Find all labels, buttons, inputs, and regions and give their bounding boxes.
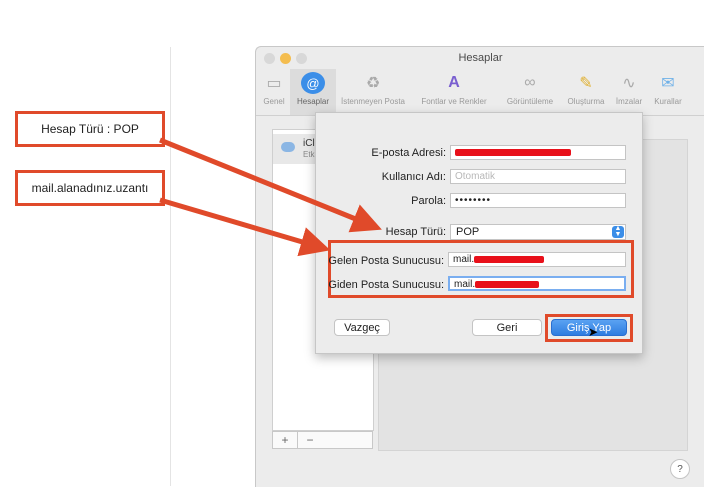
chevron-updown-icon: ▲ ▼ — [612, 225, 624, 238]
incoming-server-value: mail. — [453, 254, 475, 265]
glasses-icon: ∞ — [524, 74, 536, 91]
add-account-button[interactable]: + — [273, 432, 298, 448]
trash-icon: ♻ — [365, 75, 381, 92]
account-list-controls-filler — [322, 431, 373, 449]
mouse-cursor-icon: ➤ — [588, 325, 599, 339]
toolbar-item-label: Fontlar ve Renkler — [421, 97, 487, 106]
pencil-icon: ✎ — [579, 75, 593, 92]
outgoing-server-field[interactable]: mail. — [448, 276, 626, 291]
toolbar-item-junk-mail[interactable]: ♻ İstenmeyen Posta — [336, 69, 410, 115]
toolbar-item-label: Kurallar — [654, 97, 682, 106]
toolbar-item-rules[interactable]: ✉ Kurallar — [650, 69, 686, 115]
toolbar-item-signatures[interactable]: ∿ İmzalar — [612, 69, 646, 115]
callout-server-text: mail.alanadınız.uzantı — [31, 181, 149, 195]
toolbar-item-general[interactable]: ▭ Genel — [260, 69, 288, 115]
toolbar-item-label: İstenmeyen Posta — [340, 97, 406, 106]
cloud-icon — [281, 142, 295, 152]
preferences-toolbar: ▭ Genel @ Hesaplar ♻ İstenmeyen Posta A … — [256, 69, 704, 116]
window-title: Hesaplar — [458, 52, 503, 64]
account-list-controls: + − — [272, 431, 324, 449]
email-label: E-posta Adresi: — [371, 147, 446, 159]
account-setup-sheet: E-posta Adresi: Kullanıcı Adı: Otomatik … — [315, 112, 643, 354]
toolbar-item-composing[interactable]: ✎ Oluşturma — [562, 69, 610, 115]
incoming-server-label: Gelen Posta Sunucusu: — [328, 255, 444, 267]
close-window-button[interactable] — [264, 53, 275, 64]
password-field[interactable]: •••••••• — [450, 193, 626, 208]
toolbar-item-accounts[interactable]: @ Hesaplar — [292, 69, 334, 115]
callout-account-type-text: Hesap Türü : POP — [41, 122, 139, 136]
page-divider — [170, 47, 171, 486]
redaction-mark — [474, 255, 545, 263]
toolbar-item-label: Hesaplar — [296, 97, 329, 106]
font-icon: A — [448, 74, 460, 91]
username-field[interactable]: Otomatik — [450, 169, 626, 184]
at-icon: @ — [301, 72, 325, 94]
username-label: Kullanıcı Adı: — [381, 171, 446, 183]
signature-icon: ∿ — [622, 75, 636, 92]
remove-account-button[interactable]: − — [298, 432, 322, 448]
password-label: Parola: — [411, 195, 446, 207]
toolbar-item-label: Genel — [263, 97, 285, 106]
toolbar-item-viewing[interactable]: ∞ Görüntüleme — [500, 69, 560, 115]
redaction-mark — [475, 280, 540, 288]
incoming-server-field[interactable]: mail. — [448, 252, 626, 267]
rules-icon: ✉ — [661, 75, 675, 92]
back-button[interactable]: Geri — [472, 319, 542, 336]
callout-account-type: Hesap Türü : POP — [15, 111, 165, 147]
help-button[interactable]: ? — [670, 459, 690, 479]
callout-server: mail.alanadınız.uzantı — [15, 170, 165, 206]
account-type-select[interactable]: POP ▲ ▼ — [450, 224, 626, 240]
account-type-value: POP — [456, 226, 480, 238]
toolbar-item-label: Görüntüleme — [506, 97, 554, 106]
account-type-label: Hesap Türü: — [385, 226, 446, 238]
redaction-mark — [455, 148, 571, 156]
outgoing-server-value: mail. — [454, 279, 476, 290]
minimize-window-button[interactable] — [280, 53, 291, 64]
window-titlebar: Hesaplar — [256, 47, 704, 69]
cancel-button[interactable]: Vazgeç — [334, 319, 390, 336]
toolbar-item-fonts-colors[interactable]: A Fontlar ve Renkler — [414, 69, 494, 115]
toolbar-item-label: İmzalar — [615, 97, 643, 106]
email-field[interactable] — [450, 145, 626, 160]
switch-icon: ▭ — [266, 75, 282, 92]
outgoing-server-label: Giden Posta Sunucusu: — [328, 279, 444, 291]
zoom-window-button[interactable] — [296, 53, 307, 64]
toolbar-item-label: Oluşturma — [567, 97, 605, 106]
